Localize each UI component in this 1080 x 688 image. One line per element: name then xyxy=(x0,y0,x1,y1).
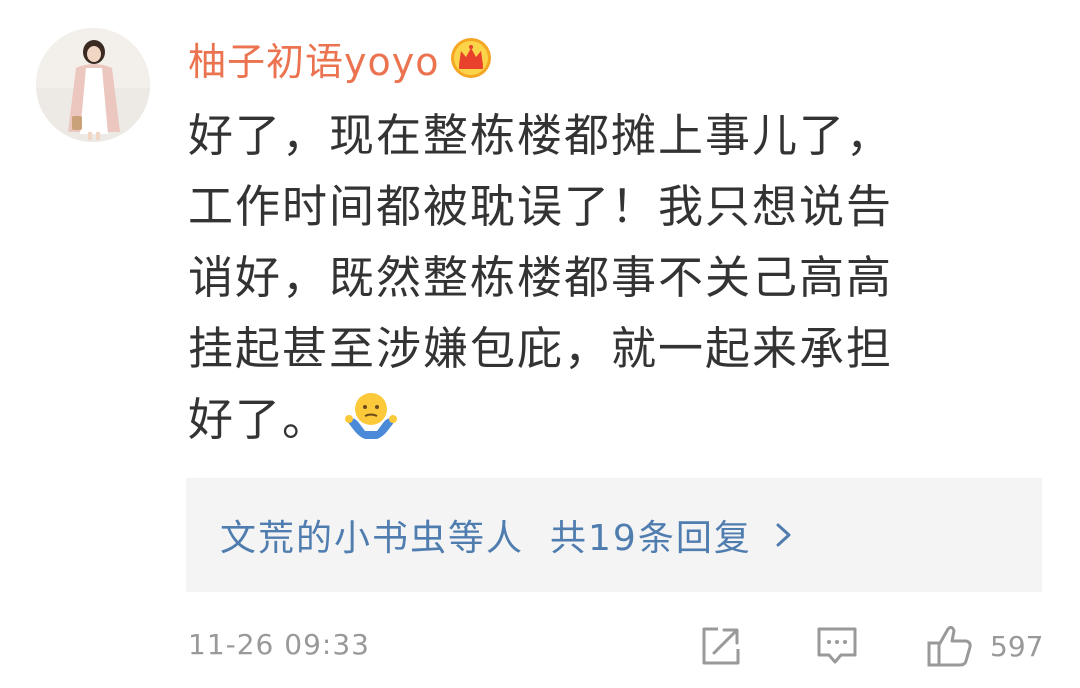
comment-line: 诮好，既然整栋楼都事不关己高高 xyxy=(188,251,894,304)
username-link[interactable]: 柚子初语yoyo xyxy=(188,31,439,86)
comment-line: 好了，现在整栋楼都摊上事儿了， xyxy=(188,109,894,162)
timestamp: 11-26 09:33 xyxy=(188,628,370,661)
replies-count: 共19条回复 xyxy=(550,518,752,559)
avatar[interactable] xyxy=(36,28,150,142)
comment-last-line: 好了。 xyxy=(188,384,1038,455)
replies-summary[interactable]: 文荒的小书虫等人 共19条回复 xyxy=(186,478,1042,592)
share-button[interactable] xyxy=(700,622,742,670)
replies-names: 文荒的小书虫等人 xyxy=(220,518,525,559)
comment-card: 柚子初语yoyo 好了，现在整栋楼都摊上事儿了， 工作时间都被耽误了！我只想说告… xyxy=(0,0,1080,688)
reply-button[interactable] xyxy=(815,622,859,670)
comment-body: 好了，现在整栋楼都摊上事儿了， 工作时间都被耽误了！我只想说告 诮好，既然整栋楼… xyxy=(188,100,1038,455)
comment-line: 挂起甚至涉嫌包庇，就一起来承担 xyxy=(188,322,894,375)
comment-line: 工作时间都被耽误了！我只想说告 xyxy=(188,180,894,233)
comment-line: 好了。 xyxy=(188,393,330,446)
share-icon xyxy=(702,627,740,665)
comment-footer: 11-26 09:33 597 xyxy=(188,614,1044,674)
like-count: 597 xyxy=(990,629,1044,663)
chevron-right-icon xyxy=(774,520,794,550)
username-row: 柚子初语yoyo xyxy=(188,30,493,86)
shrug-emoji-icon xyxy=(343,387,399,443)
thumbs-up-icon xyxy=(927,625,972,667)
like-button[interactable]: 597 xyxy=(926,622,1043,670)
avatar-image xyxy=(36,28,150,142)
comment-icon xyxy=(817,627,857,664)
crown-vip-icon xyxy=(449,36,493,80)
